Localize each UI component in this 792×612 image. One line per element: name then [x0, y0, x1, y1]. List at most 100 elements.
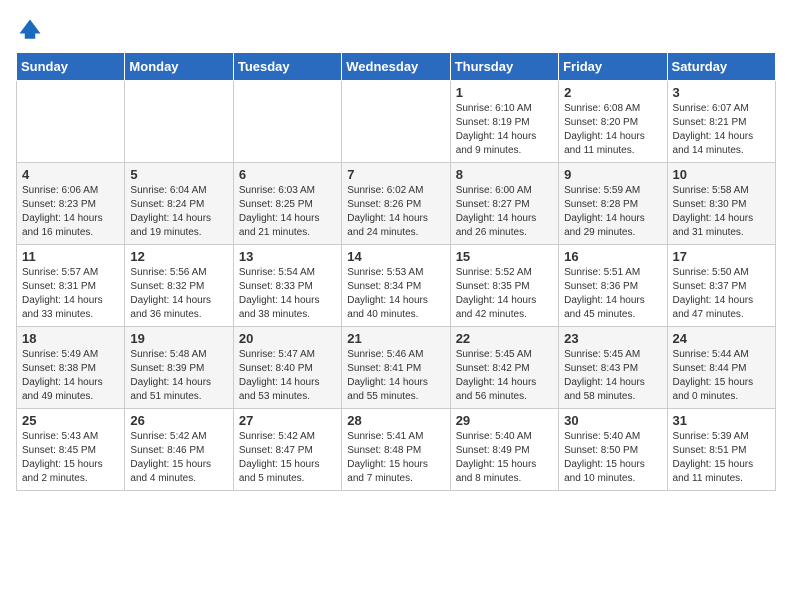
day-info: Sunrise: 5:40 AMSunset: 8:49 PMDaylight:… [456, 430, 553, 486]
day-number: 24 [673, 331, 770, 346]
day-cell: 1 Sunrise: 6:10 AMSunset: 8:19 PMDaylight… [450, 81, 558, 163]
calendar-table: SundayMondayTuesdayWednesdayThursdayFrid… [16, 52, 776, 491]
day-number: 2 [564, 85, 661, 100]
day-number: 18 [22, 331, 119, 346]
header-cell-tuesday: Tuesday [233, 53, 341, 81]
calendar-header: SundayMondayTuesdayWednesdayThursdayFrid… [17, 53, 776, 81]
day-number: 31 [673, 413, 770, 428]
header-cell-monday: Monday [125, 53, 233, 81]
day-cell: 6 Sunrise: 6:03 AMSunset: 8:25 PMDaylight… [233, 163, 341, 245]
day-cell: 8Sunrise: 6:00 AMSunset: 8:27 PMDaylight… [450, 163, 558, 245]
week-row-2: 4Sunrise: 6:06 AMSunset: 8:23 PMDaylight… [17, 163, 776, 245]
header-cell-friday: Friday [559, 53, 667, 81]
day-cell: 3 Sunrise: 6:07 AMSunset: 8:21 PMDaylight… [667, 81, 775, 163]
day-cell: 26 Sunrise: 5:42 AMSunset: 8:46 PMDayligh… [125, 409, 233, 491]
day-info: Sunrise: 5:52 AMSunset: 8:35 PMDaylight:… [456, 266, 553, 322]
day-info: Sunrise: 6:10 AMSunset: 8:19 PMDaylight:… [456, 102, 553, 158]
day-number: 30 [564, 413, 661, 428]
day-info: Sunrise: 5:48 AMSunset: 8:39 PMDaylight:… [130, 348, 227, 404]
day-cell: 4Sunrise: 6:06 AMSunset: 8:23 PMDaylight… [17, 163, 125, 245]
day-cell: 31 Sunrise: 5:39 AMSunset: 8:51 PMDayligh… [667, 409, 775, 491]
day-number: 27 [239, 413, 336, 428]
day-number: 17 [673, 249, 770, 264]
header-cell-thursday: Thursday [450, 53, 558, 81]
page-header [16, 16, 776, 44]
day-number: 1 [456, 85, 553, 100]
day-info: Sunrise: 5:56 AMSunset: 8:32 PMDaylight:… [130, 266, 227, 322]
day-number: 13 [239, 249, 336, 264]
day-cell: 22Sunrise: 5:45 AMSunset: 8:42 PMDayligh… [450, 327, 558, 409]
day-info: Sunrise: 6:02 AMSunset: 8:26 PMDaylight:… [347, 184, 444, 240]
day-info: Sunrise: 5:57 AMSunset: 8:31 PMDaylight:… [22, 266, 119, 322]
day-info: Sunrise: 5:42 AMSunset: 8:47 PMDaylight:… [239, 430, 336, 486]
day-info: Sunrise: 5:43 AMSunset: 8:45 PMDaylight:… [22, 430, 119, 486]
day-number: 15 [456, 249, 553, 264]
day-info: Sunrise: 5:51 AMSunset: 8:36 PMDaylight:… [564, 266, 661, 322]
week-row-4: 18Sunrise: 5:49 AMSunset: 8:38 PMDayligh… [17, 327, 776, 409]
day-cell: 15 Sunrise: 5:52 AMSunset: 8:35 PMDayligh… [450, 245, 558, 327]
day-number: 10 [673, 167, 770, 182]
day-cell: 21 Sunrise: 5:46 AMSunset: 8:41 PMDayligh… [342, 327, 450, 409]
day-cell: 27 Sunrise: 5:42 AMSunset: 8:47 PMDayligh… [233, 409, 341, 491]
day-number: 11 [22, 249, 119, 264]
day-number: 25 [22, 413, 119, 428]
day-info: Sunrise: 6:04 AMSunset: 8:24 PMDaylight:… [130, 184, 227, 240]
day-cell [17, 81, 125, 163]
day-info: Sunrise: 5:46 AMSunset: 8:41 PMDaylight:… [347, 348, 444, 404]
day-number: 7 [347, 167, 444, 182]
day-info: Sunrise: 5:47 AMSunset: 8:40 PMDaylight:… [239, 348, 336, 404]
day-info: Sunrise: 5:42 AMSunset: 8:46 PMDaylight:… [130, 430, 227, 486]
day-number: 19 [130, 331, 227, 346]
logo [16, 16, 48, 44]
day-number: 28 [347, 413, 444, 428]
day-cell: 12 Sunrise: 5:56 AMSunset: 8:32 PMDayligh… [125, 245, 233, 327]
day-cell [233, 81, 341, 163]
day-cell: 19 Sunrise: 5:48 AMSunset: 8:39 PMDayligh… [125, 327, 233, 409]
day-cell: 20 Sunrise: 5:47 AMSunset: 8:40 PMDayligh… [233, 327, 341, 409]
day-cell: 25 Sunrise: 5:43 AMSunset: 8:45 PMDayligh… [17, 409, 125, 491]
day-info: Sunrise: 5:45 AMSunset: 8:43 PMDaylight:… [564, 348, 661, 404]
day-info: Sunrise: 5:40 AMSunset: 8:50 PMDaylight:… [564, 430, 661, 486]
day-info: Sunrise: 6:07 AMSunset: 8:21 PMDaylight:… [673, 102, 770, 158]
day-cell: 10 Sunrise: 5:58 AMSunset: 8:30 PMDayligh… [667, 163, 775, 245]
day-info: Sunrise: 5:59 AMSunset: 8:28 PMDaylight:… [564, 184, 661, 240]
day-cell: 7 Sunrise: 6:02 AMSunset: 8:26 PMDaylight… [342, 163, 450, 245]
header-cell-wednesday: Wednesday [342, 53, 450, 81]
day-cell: 5Sunrise: 6:04 AMSunset: 8:24 PMDaylight… [125, 163, 233, 245]
day-info: Sunrise: 5:44 AMSunset: 8:44 PMDaylight:… [673, 348, 770, 404]
day-number: 3 [673, 85, 770, 100]
day-cell: 24 Sunrise: 5:44 AMSunset: 8:44 PMDayligh… [667, 327, 775, 409]
day-number: 21 [347, 331, 444, 346]
day-number: 4 [22, 167, 119, 182]
day-number: 26 [130, 413, 227, 428]
day-info: Sunrise: 5:58 AMSunset: 8:30 PMDaylight:… [673, 184, 770, 240]
day-info: Sunrise: 6:03 AMSunset: 8:25 PMDaylight:… [239, 184, 336, 240]
day-number: 6 [239, 167, 336, 182]
week-row-3: 11 Sunrise: 5:57 AMSunset: 8:31 PMDayligh… [17, 245, 776, 327]
calendar-body: 1 Sunrise: 6:10 AMSunset: 8:19 PMDaylight… [17, 81, 776, 491]
day-cell: 2 Sunrise: 6:08 AMSunset: 8:20 PMDaylight… [559, 81, 667, 163]
day-cell: 18Sunrise: 5:49 AMSunset: 8:38 PMDayligh… [17, 327, 125, 409]
day-number: 20 [239, 331, 336, 346]
day-info: Sunrise: 5:45 AMSunset: 8:42 PMDaylight:… [456, 348, 553, 404]
day-cell [125, 81, 233, 163]
day-cell: 23 Sunrise: 5:45 AMSunset: 8:43 PMDayligh… [559, 327, 667, 409]
day-cell: 11 Sunrise: 5:57 AMSunset: 8:31 PMDayligh… [17, 245, 125, 327]
day-cell: 30 Sunrise: 5:40 AMSunset: 8:50 PMDayligh… [559, 409, 667, 491]
day-info: Sunrise: 5:39 AMSunset: 8:51 PMDaylight:… [673, 430, 770, 486]
day-cell: 9 Sunrise: 5:59 AMSunset: 8:28 PMDaylight… [559, 163, 667, 245]
day-cell: 28Sunrise: 5:41 AMSunset: 8:48 PMDayligh… [342, 409, 450, 491]
day-number: 9 [564, 167, 661, 182]
logo-icon [16, 16, 44, 44]
week-row-5: 25 Sunrise: 5:43 AMSunset: 8:45 PMDayligh… [17, 409, 776, 491]
header-cell-saturday: Saturday [667, 53, 775, 81]
day-cell: 16 Sunrise: 5:51 AMSunset: 8:36 PMDayligh… [559, 245, 667, 327]
day-info: Sunrise: 6:08 AMSunset: 8:20 PMDaylight:… [564, 102, 661, 158]
day-number: 12 [130, 249, 227, 264]
day-number: 16 [564, 249, 661, 264]
day-info: Sunrise: 5:53 AMSunset: 8:34 PMDaylight:… [347, 266, 444, 322]
day-cell: 14Sunrise: 5:53 AMSunset: 8:34 PMDayligh… [342, 245, 450, 327]
day-number: 23 [564, 331, 661, 346]
day-cell: 29Sunrise: 5:40 AMSunset: 8:49 PMDayligh… [450, 409, 558, 491]
day-cell [342, 81, 450, 163]
